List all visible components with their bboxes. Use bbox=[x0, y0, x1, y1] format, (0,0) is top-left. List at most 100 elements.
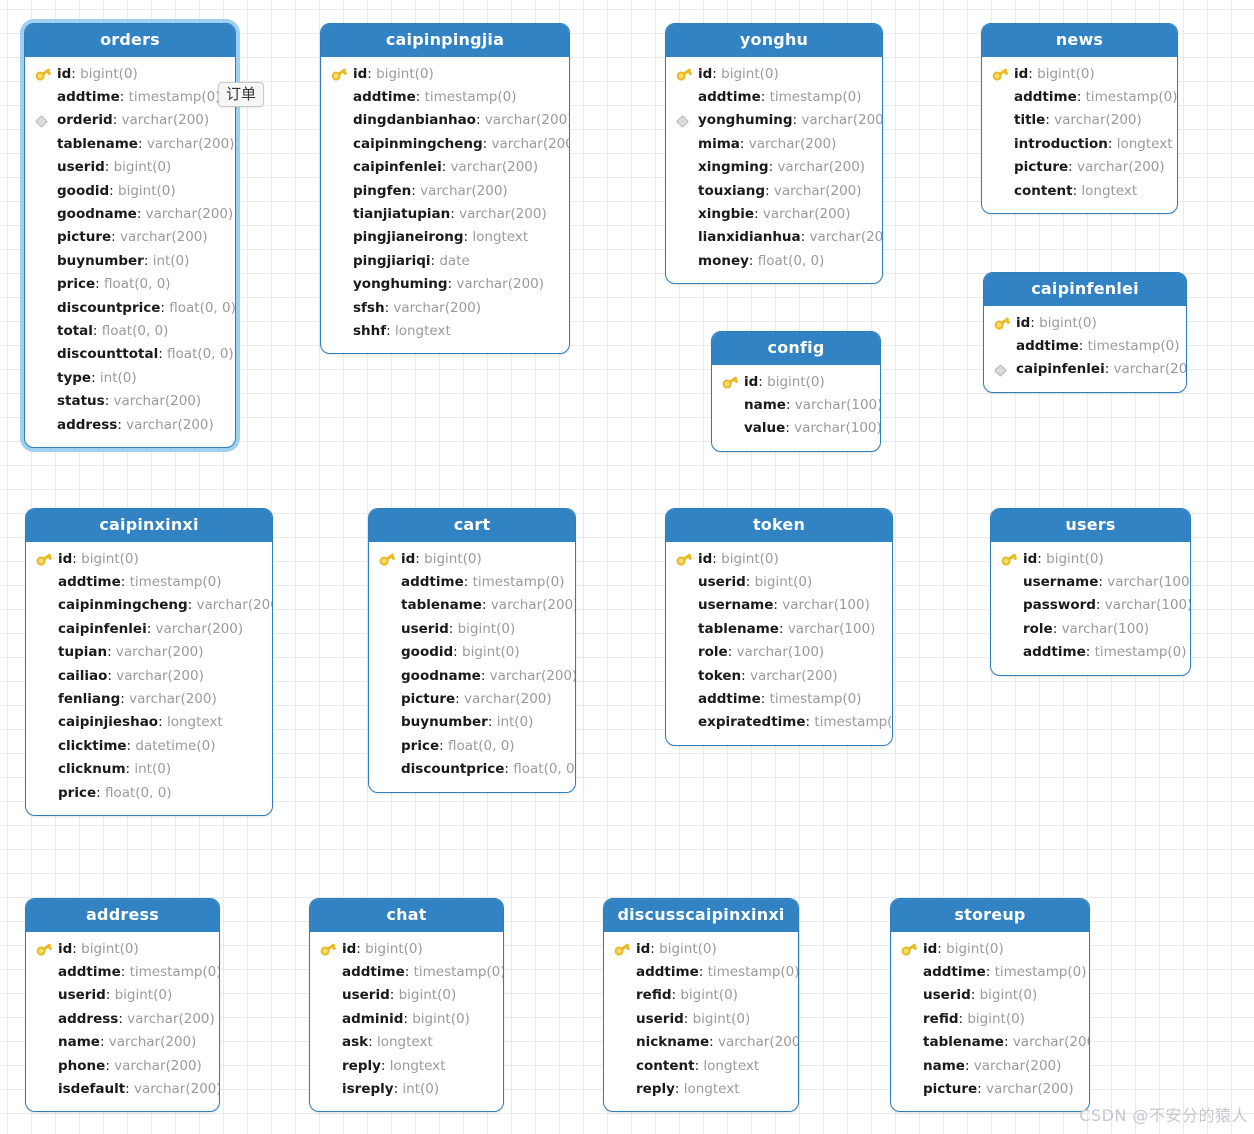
field-row[interactable]: discountprice: float(0, 0) bbox=[33, 297, 235, 320]
entity-table-yonghu[interactable]: yonghu id: bigint(0) addtime: timestamp(0)… bbox=[665, 23, 883, 285]
field-row[interactable]: refid: bigint(0) bbox=[899, 1008, 1081, 1031]
field-row[interactable]: id: bigint(0) bbox=[34, 938, 211, 961]
field-row[interactable]: address: varchar(200) bbox=[33, 414, 227, 437]
field-row[interactable]: price: float(0, 0) bbox=[377, 735, 567, 758]
field-row[interactable]: addtime: timestamp(0) bbox=[990, 86, 1177, 109]
field-row[interactable]: content: longtext bbox=[612, 1055, 790, 1078]
field-row[interactable]: price: float(0, 0) bbox=[34, 782, 264, 805]
entity-table-caipinpingjia[interactable]: caipinpingjia id: bigint(0) addtime: times… bbox=[320, 23, 570, 355]
field-row[interactable]: picture: varchar(200) bbox=[899, 1078, 1081, 1101]
field-row[interactable]: pingjianeirong: longtext bbox=[329, 226, 561, 249]
entity-table-caipinfenlei[interactable]: caipinfenlei id: bigint(0) addtime: timest… bbox=[983, 272, 1187, 393]
field-row[interactable]: caipinjieshao: longtext bbox=[34, 711, 264, 734]
entity-header-address[interactable]: address bbox=[26, 899, 219, 932]
field-row[interactable]: addtime: timestamp(0) bbox=[377, 571, 567, 594]
field-row[interactable]: addtime: timestamp(0) bbox=[33, 86, 227, 109]
field-row[interactable]: tablename: varchar(100) bbox=[674, 618, 884, 641]
field-row[interactable]: touxiang: varchar(200) bbox=[674, 180, 874, 203]
field-row[interactable]: caipinfenlei: varchar(200) bbox=[34, 618, 264, 641]
field-row[interactable]: buynumber: int(0) bbox=[33, 250, 227, 273]
field-row[interactable]: id: bigint(0) bbox=[999, 548, 1182, 571]
field-row[interactable]: clicknum: int(0) bbox=[34, 758, 264, 781]
field-row[interactable]: id: bigint(0) bbox=[612, 938, 790, 961]
field-row[interactable]: userid: bigint(0) bbox=[34, 984, 211, 1007]
field-row[interactable]: cailiao: varchar(200) bbox=[34, 665, 264, 688]
entity-header-chat[interactable]: chat bbox=[310, 899, 503, 932]
field-row[interactable]: id: bigint(0) bbox=[329, 63, 561, 86]
field-row[interactable]: buynumber: int(0) bbox=[377, 711, 567, 734]
field-row[interactable]: tablename: varchar(200) bbox=[377, 594, 575, 617]
field-row[interactable]: addtime: timestamp(0) bbox=[899, 961, 1087, 984]
field-row[interactable]: reply: longtext bbox=[318, 1055, 495, 1078]
field-row[interactable]: name: varchar(100) bbox=[720, 394, 880, 417]
field-row[interactable]: id: bigint(0) bbox=[33, 63, 227, 86]
field-row[interactable]: goodid: bigint(0) bbox=[33, 180, 227, 203]
entity-header-news[interactable]: news bbox=[982, 24, 1177, 57]
field-row[interactable]: discounttotal: float(0, 0) bbox=[33, 343, 234, 366]
field-row[interactable]: yonghuming: varchar(200) bbox=[329, 273, 561, 296]
field-row[interactable]: pingfen: varchar(200) bbox=[329, 180, 561, 203]
entity-header-discusscaipinxinxi[interactable]: discusscaipinxinxi bbox=[604, 899, 798, 932]
field-row[interactable]: id: bigint(0) bbox=[899, 938, 1081, 961]
field-row[interactable]: money: float(0, 0) bbox=[674, 250, 874, 273]
field-row[interactable]: title: varchar(200) bbox=[990, 109, 1169, 132]
field-row[interactable]: userid: bigint(0) bbox=[674, 571, 884, 594]
field-row[interactable]: mima: varchar(200) bbox=[674, 133, 874, 156]
field-row[interactable]: goodid: bigint(0) bbox=[377, 641, 567, 664]
field-row[interactable]: content: longtext bbox=[990, 180, 1169, 203]
entity-header-storeup[interactable]: storeup bbox=[891, 899, 1089, 932]
entity-table-chat[interactable]: chat id: bigint(0) addtime: timestamp(0) us… bbox=[309, 898, 504, 1113]
field-row[interactable]: id: bigint(0) bbox=[674, 63, 874, 86]
field-row[interactable]: fenliang: varchar(200) bbox=[34, 688, 264, 711]
field-row[interactable]: addtime: timestamp(0) bbox=[674, 86, 874, 109]
field-row[interactable]: name: varchar(200) bbox=[899, 1055, 1081, 1078]
field-row[interactable]: token: varchar(200) bbox=[674, 665, 884, 688]
field-row[interactable]: xingbie: varchar(200) bbox=[674, 203, 874, 226]
entity-table-cart[interactable]: cart id: bigint(0) addtime: timestamp(0) ta… bbox=[368, 508, 576, 793]
field-row[interactable]: role: varchar(100) bbox=[999, 618, 1182, 641]
entity-table-news[interactable]: news id: bigint(0) addtime: timestamp(0) ti… bbox=[981, 23, 1178, 215]
field-row[interactable]: dingdanbianhao: varchar(200) bbox=[329, 109, 569, 132]
field-row[interactable]: caipinfenlei: varchar(200) bbox=[329, 156, 561, 179]
field-row[interactable]: password: varchar(100) bbox=[999, 594, 1190, 617]
field-row[interactable]: picture: varchar(200) bbox=[377, 688, 567, 711]
entity-table-config[interactable]: config id: bigint(0) name: varchar(100) val… bbox=[711, 331, 881, 452]
field-row[interactable]: caipinfenlei: varchar(200) bbox=[992, 358, 1186, 381]
field-row[interactable]: adminid: bigint(0) bbox=[318, 1008, 495, 1031]
entity-table-address[interactable]: address id: bigint(0) addtime: timestamp(0… bbox=[25, 898, 220, 1113]
field-row[interactable]: shhf: longtext bbox=[329, 320, 561, 343]
field-row[interactable]: introduction: longtext bbox=[990, 133, 1173, 156]
field-row[interactable]: tupian: varchar(200) bbox=[34, 641, 264, 664]
field-row[interactable]: name: varchar(200) bbox=[34, 1031, 211, 1054]
field-row[interactable]: nickname: varchar(200) bbox=[612, 1031, 798, 1054]
field-row[interactable]: id: bigint(0) bbox=[34, 548, 264, 571]
field-row[interactable]: discountprice: float(0, 0) bbox=[377, 758, 575, 781]
field-row[interactable]: username: varchar(100) bbox=[999, 571, 1190, 594]
entity-header-orders[interactable]: orders bbox=[25, 24, 235, 57]
field-row[interactable]: addtime: timestamp(0) bbox=[34, 571, 264, 594]
entity-table-users[interactable]: users id: bigint(0) username: varchar(100)… bbox=[990, 508, 1191, 676]
field-row[interactable]: caipinmingcheng: varchar(200) bbox=[329, 133, 569, 156]
entity-header-caipinpingjia[interactable]: caipinpingjia bbox=[321, 24, 569, 57]
field-row[interactable]: orderid: varchar(200) bbox=[33, 109, 227, 132]
field-row[interactable]: userid: bigint(0) bbox=[612, 1008, 790, 1031]
field-row[interactable]: isdefault: varchar(200) bbox=[34, 1078, 219, 1101]
field-row[interactable]: caipinmingcheng: varchar(200) bbox=[34, 594, 272, 617]
field-row[interactable]: refid: bigint(0) bbox=[612, 984, 790, 1007]
field-row[interactable]: value: varchar(100) bbox=[720, 417, 880, 440]
field-row[interactable]: id: bigint(0) bbox=[377, 548, 567, 571]
field-row[interactable]: price: float(0, 0) bbox=[33, 273, 227, 296]
entity-table-token[interactable]: token id: bigint(0) userid: bigint(0) usern… bbox=[665, 508, 893, 746]
field-row[interactable]: pingjiariqi: date bbox=[329, 250, 561, 273]
field-row[interactable]: role: varchar(100) bbox=[674, 641, 884, 664]
field-row[interactable]: lianxidianhua: varchar(200) bbox=[674, 226, 882, 249]
entity-table-caipinxinxi[interactable]: caipinxinxi id: bigint(0) addtime: timesta… bbox=[25, 508, 273, 817]
field-row[interactable]: clicktime: datetime(0) bbox=[34, 735, 264, 758]
entity-header-caipinxinxi[interactable]: caipinxinxi bbox=[26, 509, 272, 542]
field-row[interactable]: yonghuming: varchar(200) bbox=[674, 109, 882, 132]
entity-header-users[interactable]: users bbox=[991, 509, 1190, 542]
field-row[interactable]: userid: bigint(0) bbox=[33, 156, 227, 179]
field-row[interactable]: xingming: varchar(200) bbox=[674, 156, 874, 179]
field-row[interactable]: addtime: timestamp(0) bbox=[34, 961, 219, 984]
field-row[interactable]: addtime: timestamp(0) bbox=[318, 961, 503, 984]
